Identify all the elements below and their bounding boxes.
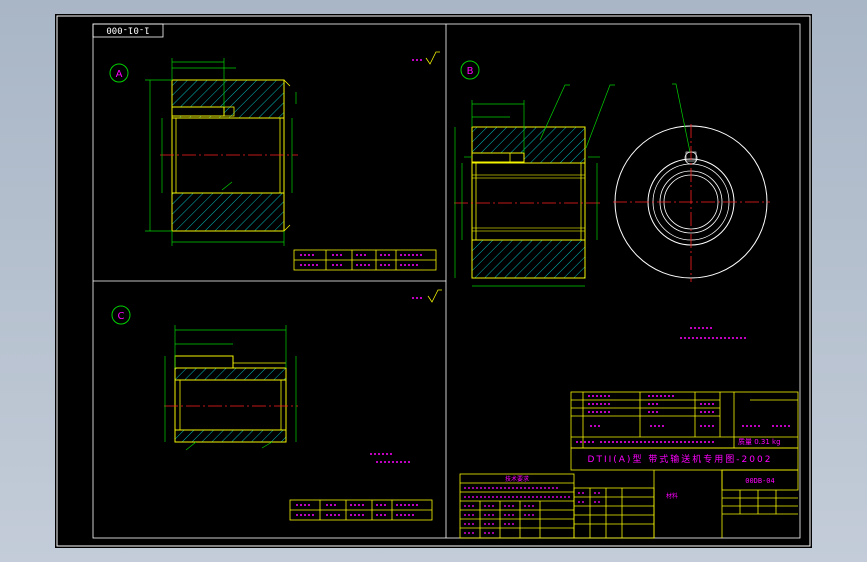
view-label-b: B	[467, 66, 474, 77]
cad-drawing-canvas[interactable]: 1-01-000 A C B 质量 0.31 kg DTII(A)型 带式输送机…	[0, 0, 867, 562]
part-title: DTII(A)型 带式输送机专用图-2002	[588, 453, 773, 465]
sheet-code-text: 1-01-000	[106, 25, 149, 35]
mass-text: 质量 0.31 kg	[738, 437, 781, 446]
part-number: 00DB-04	[745, 477, 775, 485]
tech-note: 技术要求	[505, 475, 529, 483]
view-label-a: A	[116, 69, 123, 80]
view-label-c: C	[118, 311, 125, 322]
material-note: 材料	[666, 492, 678, 500]
